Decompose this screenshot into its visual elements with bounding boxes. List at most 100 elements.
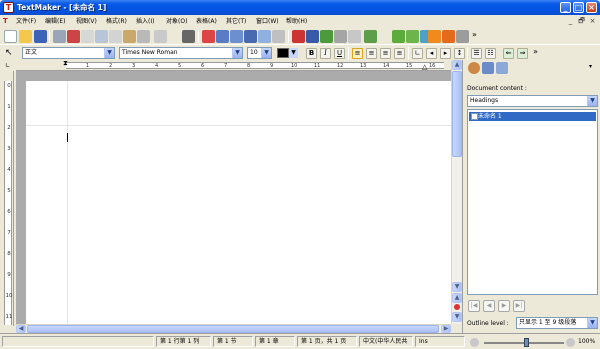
- align-left-icon[interactable]: ≡: [352, 48, 363, 59]
- text-color-dropdown-icon[interactable]: ▼: [289, 48, 298, 58]
- h-scroll-thumb[interactable]: [27, 325, 439, 333]
- menu-window[interactable]: 窗口(W): [256, 15, 279, 28]
- previous-page-icon[interactable]: ▲: [452, 293, 462, 303]
- title-bar[interactable]: T TextMaker - [未命名 1] _ □ ×: [0, 0, 600, 15]
- previous-heading-icon[interactable]: ◀: [483, 300, 495, 312]
- underline-button[interactable]: U: [334, 48, 345, 59]
- menu-file[interactable]: 文件(F): [16, 15, 36, 28]
- app-link-icon[interactable]: [428, 30, 441, 43]
- scroll-thumb[interactable]: [452, 71, 462, 157]
- pointer-icon[interactable]: ↖: [5, 48, 13, 58]
- zoom-slider-thumb[interactable]: [524, 338, 529, 347]
- status-language[interactable]: 中文(中华人民共: [359, 336, 413, 347]
- navigator-icon[interactable]: [468, 62, 480, 74]
- menu-edit[interactable]: 编辑(E): [45, 15, 65, 28]
- browse-object-icon[interactable]: [454, 304, 460, 310]
- menu-object[interactable]: 对象(O): [166, 15, 187, 28]
- horizontal-scrollbar[interactable]: ◀ ▶: [16, 324, 451, 333]
- line-spacing-icon[interactable]: ↕: [454, 48, 465, 59]
- minimize-button[interactable]: _: [560, 2, 571, 13]
- left-indent-marker-icon[interactable]: ⧗: [63, 60, 68, 67]
- chevron-down-icon[interactable]: ▼: [232, 48, 242, 58]
- zoom-in-button[interactable]: [566, 338, 575, 347]
- outline-list[interactable]: 未命名 1: [467, 109, 598, 295]
- menu-view[interactable]: 视图(V): [76, 15, 97, 28]
- object-icon[interactable]: [306, 30, 319, 43]
- tab-stop-icon[interactable]: ∟: [412, 48, 423, 59]
- bold-button[interactable]: B: [306, 48, 317, 59]
- save-icon[interactable]: [34, 30, 47, 43]
- print-preview-icon[interactable]: [81, 30, 94, 43]
- document-area[interactable]: [16, 71, 451, 324]
- menu-format[interactable]: 格式(R): [106, 15, 127, 28]
- format-toolbar-overflow-icon[interactable]: »: [533, 47, 538, 56]
- insert-table-icon[interactable]: [230, 30, 243, 43]
- objects-view-icon[interactable]: [496, 62, 508, 74]
- zoom-out-button[interactable]: [470, 338, 479, 347]
- paste-icon[interactable]: [123, 30, 136, 43]
- accept-change-icon[interactable]: [406, 30, 419, 43]
- review-icon[interactable]: [392, 30, 405, 43]
- insert-picture-icon[interactable]: [216, 30, 229, 43]
- pdf-export-icon[interactable]: [67, 30, 80, 43]
- chevron-down-icon[interactable]: ▼: [104, 48, 114, 58]
- redo-icon[interactable]: [154, 30, 167, 43]
- indent-increase-icon[interactable]: ▸: [440, 48, 451, 59]
- align-right-icon[interactable]: ≡: [380, 48, 391, 59]
- last-heading-icon[interactable]: ▶|: [513, 300, 525, 312]
- text-color-swatch[interactable]: [277, 48, 289, 58]
- text-frame-icon[interactable]: [292, 30, 305, 43]
- outline-item[interactable]: 未命名 1: [469, 112, 596, 121]
- paragraph-style-select[interactable]: 正文 ▼: [22, 47, 115, 59]
- open-folder-icon[interactable]: [19, 30, 32, 43]
- outline-promote-icon[interactable]: ⇐: [503, 48, 514, 59]
- print-icon[interactable]: [53, 30, 66, 43]
- panel-menu-chevron-icon[interactable]: ▾: [589, 63, 592, 70]
- chevron-down-icon[interactable]: ▼: [587, 96, 597, 106]
- app-icon[interactable]: T: [3, 2, 14, 13]
- scroll-left-icon[interactable]: ◀: [16, 325, 26, 333]
- doc-close-button[interactable]: ×: [588, 17, 597, 26]
- menu-other[interactable]: 其它(T): [226, 15, 246, 28]
- presentation-icon[interactable]: [442, 30, 455, 43]
- insert-frame-icon[interactable]: [202, 30, 215, 43]
- font-size-select[interactable]: 10 ▼: [247, 47, 272, 59]
- bullet-list-icon[interactable]: ☰: [471, 48, 482, 59]
- justify-icon[interactable]: ≡: [394, 48, 405, 59]
- chevron-down-icon[interactable]: ▼: [587, 318, 597, 328]
- vertical-ruler[interactable]: 0 1 2 3 4 5 6 7 8 9 10 11: [2, 71, 14, 326]
- zoom-out-icon[interactable]: [272, 30, 285, 43]
- next-page-icon[interactable]: ▼: [452, 312, 462, 322]
- database-icon[interactable]: [456, 30, 469, 43]
- status-mode[interactable]: Ins: [415, 336, 465, 347]
- outline-view-icon[interactable]: [482, 62, 494, 74]
- scroll-right-icon[interactable]: ▶: [441, 325, 451, 333]
- outline-demote-icon[interactable]: ⇒: [517, 48, 528, 59]
- cut-icon[interactable]: [95, 30, 108, 43]
- outline-level-select[interactable]: 只显示 1 至 9 级段落 ▼: [516, 317, 598, 329]
- numbered-list-icon[interactable]: ☷: [485, 48, 496, 59]
- spellcheck-icon[interactable]: [320, 30, 333, 43]
- page-icon[interactable]: [348, 30, 361, 43]
- italic-button[interactable]: I: [320, 48, 331, 59]
- close-button[interactable]: ×: [586, 2, 597, 13]
- doc-restore-button[interactable]: 🗗: [577, 17, 586, 26]
- tab-type-icon[interactable]: ∟: [3, 62, 12, 70]
- document-page[interactable]: [26, 81, 451, 324]
- scroll-up-icon[interactable]: ▲: [452, 60, 462, 70]
- scroll-down-icon[interactable]: ▼: [452, 282, 462, 292]
- menu-help[interactable]: 帮助(H): [286, 15, 307, 28]
- indent-decrease-icon[interactable]: ◂: [426, 48, 437, 59]
- right-indent-marker-icon[interactable]: △: [422, 64, 427, 71]
- align-center-icon[interactable]: ≡: [366, 48, 377, 59]
- font-select[interactable]: Times New Roman ▼: [119, 47, 243, 59]
- content-view-select[interactable]: Headings ▼: [467, 95, 598, 107]
- zoom-icon[interactable]: [258, 30, 271, 43]
- maximize-button[interactable]: □: [573, 2, 584, 13]
- horizontal-ruler[interactable]: 1 2 3 4 5 6 7 8 9 10 11 12 13 14 15 16 ⧗…: [16, 60, 460, 71]
- outline-item-checkbox[interactable]: [471, 113, 478, 120]
- vertical-scrollbar[interactable]: ▲ ▼ ▲ ▼: [451, 60, 462, 324]
- columns-icon[interactable]: [334, 30, 347, 43]
- menu-insert[interactable]: 插入(I): [136, 15, 154, 28]
- menu-table[interactable]: 表格(A): [196, 15, 217, 28]
